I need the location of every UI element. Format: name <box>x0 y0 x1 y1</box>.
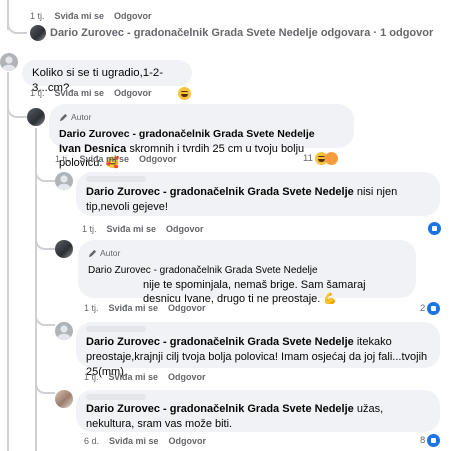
reaction-summary[interactable]: 11 <box>303 152 338 165</box>
author-badge: Autor <box>59 110 344 125</box>
comment-actions: 6 d. Sviđa mi se Odgovor <box>84 436 206 446</box>
comment-author[interactable]: Dario Zurovec - gradonačelnik Grada Svet… <box>88 263 406 278</box>
comment-time[interactable]: 1 tj. <box>84 303 99 313</box>
comment-time[interactable]: 1 tj. <box>82 224 97 234</box>
comment-time[interactable]: 6 d. <box>84 436 99 446</box>
author-badge: Autor <box>88 246 406 261</box>
comment-actions: 1 tj. Sviđa mi se Odgovor <box>84 372 206 382</box>
comment-time[interactable]: 1 tj. <box>30 11 45 21</box>
laugh-emoji-icon <box>178 87 191 100</box>
thread-connector <box>35 310 55 326</box>
reaction-summary[interactable]: 8 <box>420 434 441 447</box>
redacted-author <box>86 394 146 400</box>
comment-bubble: Autor Dario Zurovec - gradonačelnik Grad… <box>49 104 354 169</box>
comment-actions: 1 tj. Sviđa mi se Odgovor <box>84 303 206 313</box>
mention-link[interactable]: Dario Zurovec - gradonačelnik Grada Svet… <box>86 336 354 348</box>
reply-button[interactable]: Odgovor <box>168 303 206 313</box>
comment-bubble: Dario Zurovec - gradonačelnik Grada Svet… <box>76 390 440 432</box>
pencil-icon <box>88 249 97 258</box>
comment-bubble: Autor Dario Zurovec - gradonačelnik Grad… <box>78 240 416 305</box>
avatar[interactable] <box>55 240 73 258</box>
like-emoji-icon <box>427 434 441 447</box>
comment-actions: 1 tj. Sviđa mi se Odgovor <box>82 224 204 234</box>
comment-text: nije te spominjala, nemaš brige. Sam šam… <box>143 279 366 305</box>
default-user-icon <box>57 325 71 340</box>
reply-button[interactable]: Odgovor <box>114 11 152 21</box>
redacted-author <box>86 176 146 182</box>
like-button[interactable]: Sviđa mi se <box>109 303 159 313</box>
thread-connector <box>35 236 55 250</box>
thread-connector <box>35 164 55 182</box>
reply-button[interactable]: Odgovor <box>169 436 207 446</box>
reaction-summary[interactable]: 2 <box>420 302 441 315</box>
author-badge-label: Autor <box>71 112 92 122</box>
reaction-count: 8 <box>420 435 426 446</box>
like-button[interactable]: Sviđa mi se <box>55 88 105 98</box>
thread-line <box>7 72 9 451</box>
comment-actions: 1 tj. Sviđa mi se Odgovor <box>30 88 152 98</box>
avatar[interactable] <box>55 322 73 340</box>
comment-time[interactable]: 1 tj. <box>30 88 45 98</box>
comment-actions: 1 tj. Sviđa mi se Odgovor <box>30 11 152 21</box>
reply-button[interactable]: Odgovor <box>166 224 204 234</box>
reaction-summary[interactable] <box>428 222 441 235</box>
replies-summary[interactable]: Dario Zurovec - gradonačelnik Grada Svet… <box>50 27 433 39</box>
pencil-icon <box>59 113 68 122</box>
like-button[interactable]: Sviđa mi se <box>109 436 159 446</box>
like-emoji-icon <box>427 302 441 315</box>
avatar[interactable] <box>0 53 18 71</box>
like-emoji-icon <box>428 222 441 235</box>
reply-button[interactable]: Odgovor <box>114 88 152 98</box>
like-button[interactable]: Sviđa mi se <box>55 11 105 21</box>
avatar[interactable] <box>27 108 45 126</box>
comment-author[interactable]: Dario Zurovec - gradonačelnik Grada Svet… <box>59 127 344 142</box>
like-button[interactable]: Sviđa mi se <box>107 224 157 234</box>
comment-bubble: Koliko si se ti ugradio,1-2-3...cm? <box>22 60 192 94</box>
reaction-summary[interactable] <box>178 87 191 100</box>
avatar[interactable] <box>55 390 73 408</box>
comment-bubble: Dario Zurovec - gradonačelnik Grada Svet… <box>76 172 440 216</box>
comment-bubble: Dario Zurovec - gradonačelnik Grada Svet… <box>76 322 440 378</box>
thread-connector <box>7 100 27 118</box>
reply-button[interactable]: Odgovor <box>139 154 177 164</box>
like-button[interactable]: Sviđa mi se <box>80 154 130 164</box>
reaction-count: 11 <box>303 153 313 164</box>
redacted-author <box>86 326 146 332</box>
mention-link[interactable]: Dario Zurovec - gradonačelnik Grada Svet… <box>86 186 354 198</box>
thread-connector <box>7 10 27 34</box>
reply-button[interactable]: Odgovor <box>168 372 206 382</box>
author-badge-label: Autor <box>100 248 121 258</box>
comment-actions: 1 tj. Sviđa mi se Odgovor <box>55 154 177 164</box>
avatar[interactable] <box>30 25 46 41</box>
avatar[interactable] <box>55 172 73 190</box>
default-user-icon <box>57 175 71 190</box>
replies-summary-text[interactable]: Dario Zurovec - gradonačelnik Grada Svet… <box>50 27 433 39</box>
default-user-icon <box>2 56 16 71</box>
like-button[interactable]: Sviđa mi se <box>109 372 159 382</box>
reaction-count: 2 <box>420 303 426 314</box>
comment-time[interactable]: 1 tj. <box>55 154 70 164</box>
mention-link[interactable]: Dario Zurovec - gradonačelnik Grada Svet… <box>86 403 354 415</box>
angry-emoji-icon <box>324 152 338 165</box>
comment-time[interactable]: 1 tj. <box>84 372 99 382</box>
thread-connector <box>35 378 55 394</box>
